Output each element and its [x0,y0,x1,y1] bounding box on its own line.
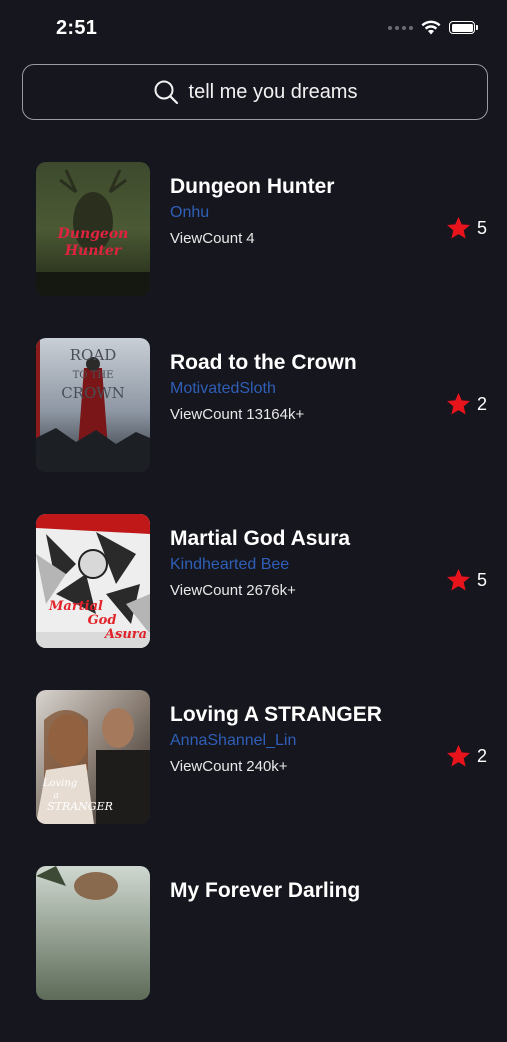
book-list-item[interactable]: My Forever Darling [0,866,507,1042]
cover-title-line: Dungeon [57,226,129,242]
book-rating: 2 [446,744,487,768]
view-count-value: 4 [246,230,255,247]
book-rating: 5 [446,216,487,240]
cover-title-line: Martial [48,599,103,614]
view-count-label: ViewCount [170,230,243,247]
book-title: Loving A STRANGER [170,703,382,726]
book-author[interactable]: Kindhearted Bee [170,556,289,574]
view-count-value: 13164k+ [246,406,305,423]
view-count-label: ViewCount [170,582,243,599]
book-author[interactable]: MotivatedSloth [170,380,276,398]
view-count-label: ViewCount [170,758,243,775]
cover-title-line: STRANGER [47,800,113,813]
cellular-signal-icon [388,25,413,30]
cover-title-line: ROAD [70,346,116,364]
book-title: My Forever Darling [170,879,361,902]
wifi-icon [421,20,441,35]
book-cover-image: ROAD TO THE CROWN [36,338,150,472]
search-icon [154,80,178,105]
book-cover-image: Loving a STRANGER [36,690,150,824]
book-rating: 2 [446,392,487,416]
rating-value: 2 [476,393,487,414]
cover-title-line: CROWN [61,384,125,402]
book-list: Dungeon Hunter Dungeon Hunter Onhu ViewC… [0,162,507,1042]
view-count-label: ViewCount [170,406,243,423]
book-author[interactable]: AnnaShannel_Lin [170,732,296,750]
cover-title-line: TO THE [73,370,114,381]
book-list-item[interactable]: Loving a STRANGER Loving A STRANGER Anna… [0,690,507,866]
cover-title-line: Hunter [64,243,123,259]
book-rating: 5 [446,568,487,592]
book-view-count: ViewCount 4 [170,230,255,247]
search-bar[interactable]: tell me you dreams [22,64,488,120]
rating-value: 5 [476,569,487,590]
cover-title-line: Asura [103,627,147,642]
star-icon [447,392,470,415]
book-title: Road to the Crown [170,351,357,374]
status-time: 2:51 [56,17,98,39]
book-title: Dungeon Hunter [170,175,335,198]
star-icon [447,568,470,591]
book-list-item[interactable]: Dungeon Hunter Dungeon Hunter Onhu ViewC… [0,162,507,338]
view-count-value: 240k+ [246,758,288,775]
book-view-count: ViewCount 240k+ [170,758,288,775]
star-icon [447,744,470,767]
book-cover-image: Dungeon Hunter [36,162,150,296]
star-icon [447,216,470,239]
book-cover-image: Martial God Asura [36,514,150,648]
status-bar: 2:51 [0,0,507,58]
view-count-value: 2676k+ [246,582,296,599]
status-icons [388,20,478,35]
book-view-count: ViewCount 13164k+ [170,406,304,423]
book-view-count: ViewCount 2676k+ [170,582,296,599]
book-author[interactable]: Onhu [170,204,209,222]
book-cover-image [36,866,150,1000]
rating-value: 5 [476,217,487,238]
battery-icon [449,21,478,34]
rating-value: 2 [476,745,487,766]
cover-title-line: God [88,613,117,628]
cover-title-line: Loving [42,778,77,789]
search-query-text: tell me you dreams [188,80,358,103]
book-title: Martial God Asura [170,527,351,550]
book-list-item[interactable]: Martial God Asura Martial God Asura Kind… [0,514,507,690]
book-list-item[interactable]: ROAD TO THE CROWN Road to the Crown Moti… [0,338,507,514]
